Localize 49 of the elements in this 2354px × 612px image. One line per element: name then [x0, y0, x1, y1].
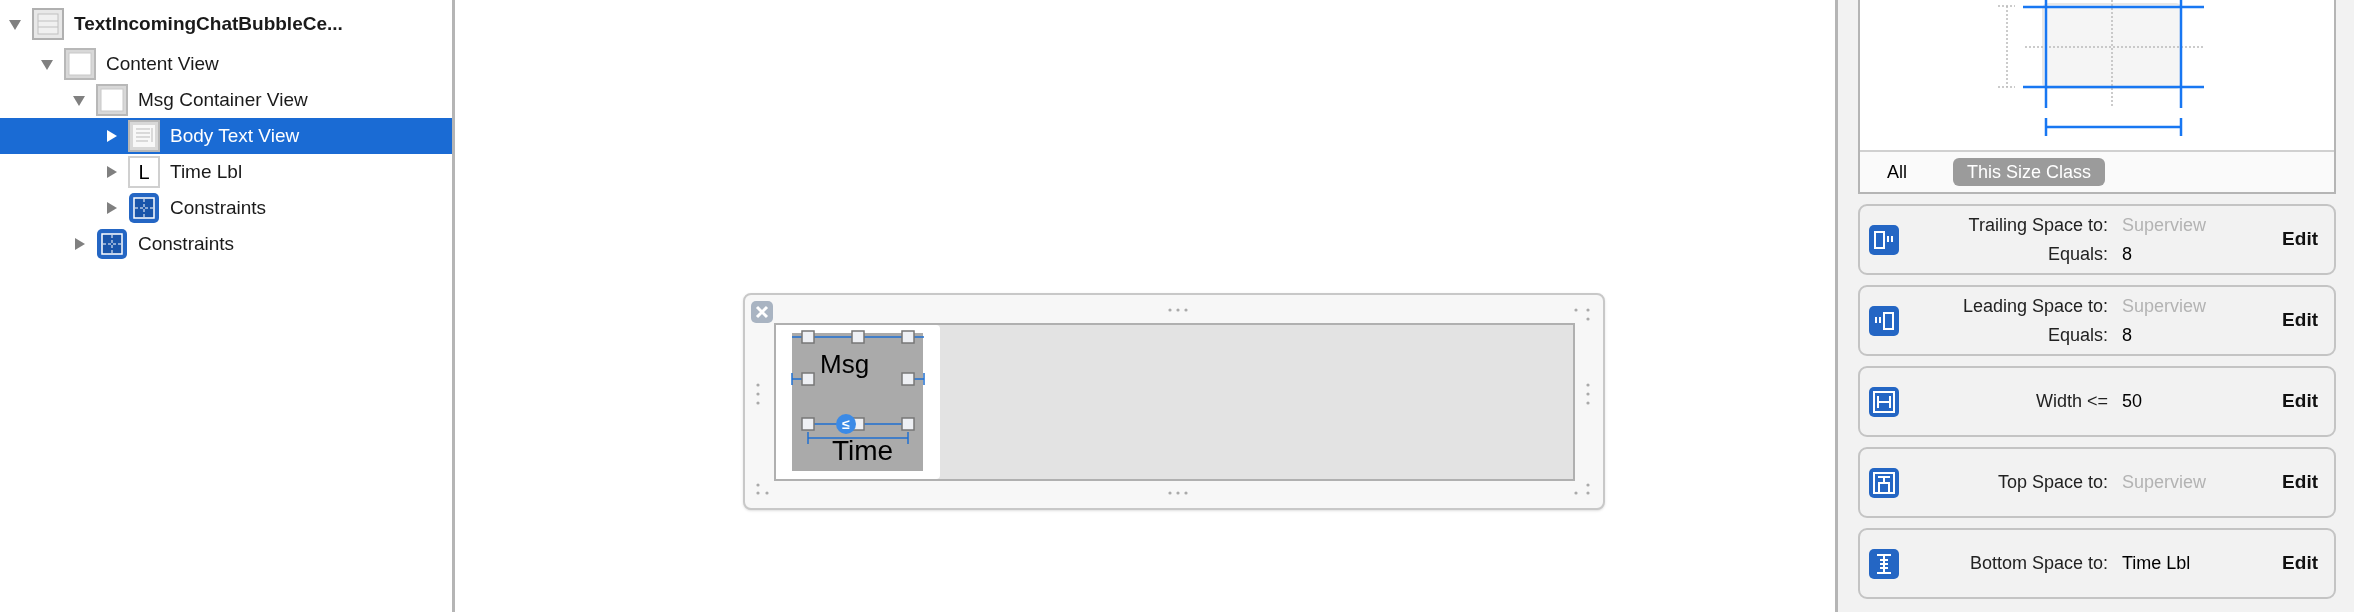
constraint-label: Equals:	[2046, 242, 2108, 266]
constraints-icon	[96, 228, 128, 260]
size-class-tab[interactable]: All	[1873, 158, 1921, 186]
disclosure-triangle-icon[interactable]	[72, 237, 86, 251]
outline-row[interactable]: L Time Lbl	[0, 154, 452, 190]
disclosure-triangle-icon[interactable]	[40, 57, 54, 71]
constraint-label: Top Space to:	[1996, 471, 2108, 494]
outline-row[interactable]: TextIncomingChatBubbleCe...	[0, 2, 452, 46]
width-constraint-icon	[1869, 386, 1899, 417]
text-view-icon	[128, 120, 160, 152]
bottom-constraint-icon	[1869, 548, 1899, 579]
constraints-icon	[128, 192, 160, 224]
constraint-value: 8	[2122, 323, 2132, 347]
constraint-value: Superview	[2122, 471, 2207, 494]
time-label: Time	[832, 437, 894, 465]
constraint-label: Trailing Space to:	[1967, 213, 2108, 237]
disclosure-triangle-icon[interactable]	[8, 17, 22, 31]
outline-row[interactable]: Constraints	[0, 226, 452, 262]
label-icon: L	[128, 156, 160, 188]
constraint-value: 8	[2122, 242, 2132, 266]
constraint-value: Time Lbl	[2122, 552, 2191, 575]
view-icon	[64, 48, 96, 80]
msg-label: Msg	[820, 351, 870, 377]
constraint-value: Superview	[2122, 213, 2207, 237]
constraint-label: Width <=	[2034, 390, 2108, 413]
constraint-label: Leading Space to:	[1961, 294, 2108, 318]
constraint-value: 50	[2122, 390, 2143, 413]
edit-button[interactable]: Edit	[2282, 468, 2318, 497]
disclosure-triangle-icon[interactable]	[104, 129, 118, 143]
outline-row[interactable]: Content View	[0, 46, 452, 82]
top-constraint-icon	[1869, 467, 1899, 498]
leading-constraint-icon	[1869, 305, 1899, 336]
edit-button[interactable]: Edit	[2282, 387, 2318, 416]
view-icon	[96, 84, 128, 116]
outline-row[interactable]: Msg Container View	[0, 82, 452, 118]
constraint-value: Superview	[2122, 294, 2207, 318]
close-icon[interactable]	[751, 301, 773, 323]
edit-button[interactable]: Edit	[2282, 225, 2318, 254]
constraint-label: Equals:	[2046, 323, 2108, 347]
outline-row[interactable]: Constraints	[0, 190, 452, 226]
disclosure-triangle-icon[interactable]	[72, 93, 86, 107]
disclosure-triangle-icon[interactable]	[104, 201, 118, 215]
constraint-label: Bottom Space to:	[1968, 552, 2108, 575]
table-cell-icon	[32, 8, 64, 40]
disclosure-triangle-icon[interactable]	[104, 165, 118, 179]
outline-row[interactable]: Body Text View	[0, 118, 452, 154]
edit-button[interactable]: Edit	[2282, 549, 2318, 578]
trailing-constraint-icon	[1869, 224, 1899, 255]
edit-button[interactable]: Edit	[2282, 306, 2318, 335]
